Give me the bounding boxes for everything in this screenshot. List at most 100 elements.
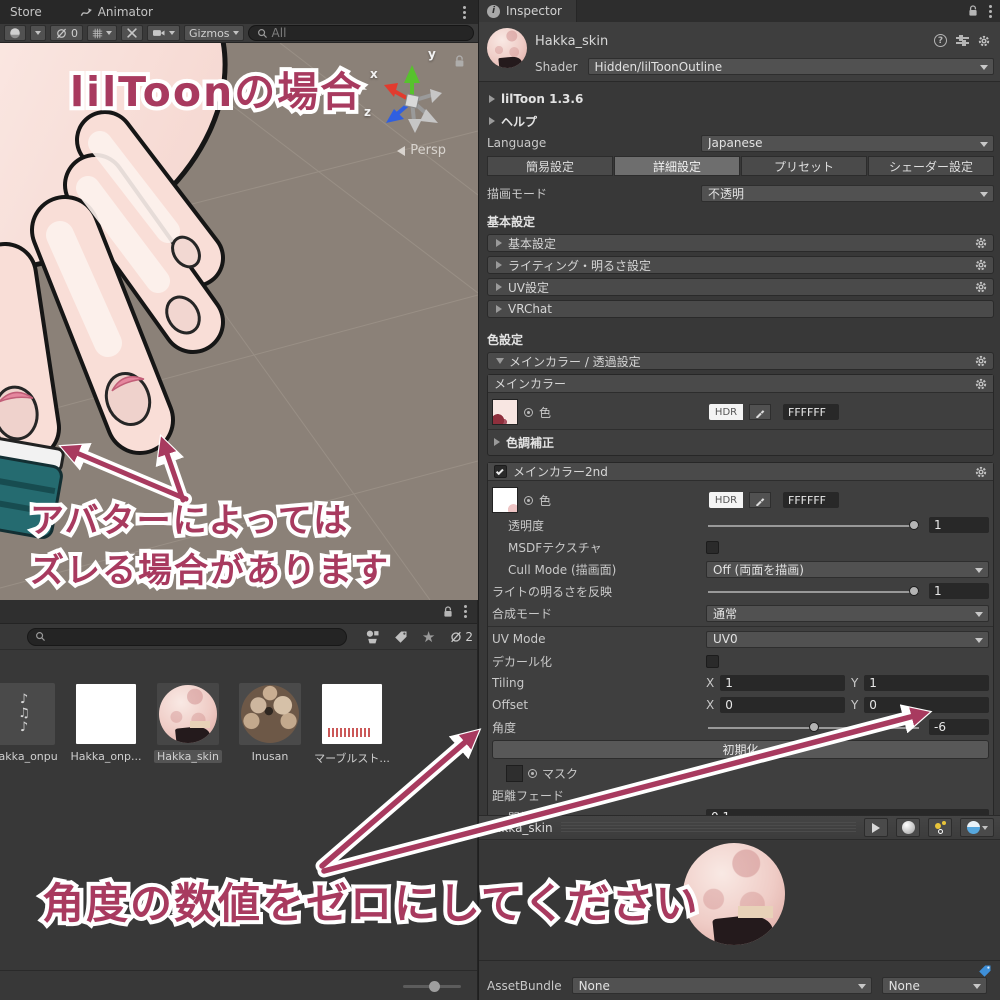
gizmos-button[interactable]: Gizmos bbox=[184, 25, 244, 41]
drag-handle[interactable] bbox=[561, 822, 856, 833]
preview-mesh-button[interactable] bbox=[896, 818, 920, 837]
cull-mode-dropdown[interactable]: Off (両面を描画) bbox=[706, 561, 989, 578]
shading-dropdown[interactable] bbox=[30, 25, 46, 41]
alpha-value-field[interactable]: 1 bbox=[929, 517, 989, 533]
blend-mode-dropdown[interactable]: 通常 bbox=[706, 605, 989, 622]
eyedropper-button[interactable] bbox=[749, 492, 771, 508]
angle-slider[interactable] bbox=[706, 719, 921, 735]
project-footer bbox=[0, 970, 477, 1000]
offset-x-field[interactable]: 0 bbox=[720, 697, 845, 713]
scene-viewport[interactable]: y x z Persp bbox=[0, 43, 478, 600]
tiling-y-field[interactable]: 1 bbox=[864, 675, 989, 691]
second-color-header[interactable]: メインカラー2nd bbox=[488, 463, 993, 481]
gear-icon[interactable] bbox=[975, 378, 987, 390]
asset-bundle-variant-dropdown[interactable]: None bbox=[882, 977, 987, 994]
render-mode-dropdown[interactable]: 不透明 bbox=[701, 185, 994, 202]
hdr-color-button[interactable]: HDR bbox=[709, 492, 743, 508]
tone-correction-foldout[interactable]: 色調補正 bbox=[492, 433, 989, 451]
language-dropdown[interactable]: Japanese bbox=[701, 135, 994, 152]
alpha-slider[interactable] bbox=[706, 517, 921, 533]
tools-button[interactable] bbox=[121, 25, 143, 41]
asset-item[interactable]: マーブルスト... bbox=[320, 683, 384, 766]
lock-icon[interactable] bbox=[967, 5, 979, 17]
light-strength-value-field[interactable]: 1 bbox=[929, 583, 989, 599]
asset-item-selected[interactable]: Hakka_skin bbox=[156, 683, 220, 766]
help-foldout[interactable]: ヘルプ bbox=[487, 112, 994, 130]
tab-shader-settings[interactable]: シェーダー設定 bbox=[868, 156, 994, 176]
light-strength-slider[interactable] bbox=[706, 583, 921, 599]
color-label: 色 bbox=[539, 492, 551, 509]
enabled-checkbox[interactable] bbox=[494, 465, 507, 478]
help-label: ヘルプ bbox=[501, 113, 537, 130]
decal-checkbox[interactable] bbox=[706, 655, 719, 668]
type-filter-icon[interactable] bbox=[365, 629, 380, 644]
material-preview-thumb[interactable] bbox=[487, 28, 527, 68]
tab-inspector[interactable]: i Inspector bbox=[479, 0, 577, 22]
shader-dropdown[interactable]: Hidden/lilToonOutline bbox=[588, 58, 994, 75]
hdr-color-button[interactable]: HDR bbox=[709, 404, 743, 420]
preview-lighting-button[interactable] bbox=[928, 818, 952, 837]
foldout-base-settings[interactable]: 基本設定 bbox=[487, 234, 994, 252]
help-icon[interactable]: ? bbox=[934, 34, 947, 47]
asset-item[interactable]: ♪♫♪ Hakka_onpu bbox=[0, 683, 56, 766]
gear-icon[interactable] bbox=[975, 466, 987, 478]
project-pane: ★ 2 ♪♫♪ Hakka_onpu Hakka_onp... bbox=[0, 600, 478, 1000]
material-preview-area[interactable] bbox=[479, 841, 1000, 960]
gear-icon[interactable] bbox=[975, 259, 987, 271]
asset-item[interactable]: Inusan bbox=[238, 683, 302, 766]
mask-texture-slot[interactable] bbox=[506, 765, 523, 782]
main-color-texture-slot[interactable] bbox=[492, 399, 518, 425]
gear-icon[interactable] bbox=[975, 237, 987, 249]
uv-mode-dropdown[interactable]: UV0 bbox=[706, 631, 989, 648]
msdf-checkbox[interactable] bbox=[706, 541, 719, 554]
gizmo-lock-icon[interactable] bbox=[453, 55, 466, 68]
kebab-menu-icon[interactable] bbox=[463, 11, 466, 14]
offset-y-field[interactable]: 0 bbox=[864, 697, 989, 713]
foldout-vrchat[interactable]: VRChat bbox=[487, 300, 994, 318]
tab-presets[interactable]: プリセット bbox=[741, 156, 867, 176]
preset-icon[interactable] bbox=[956, 35, 969, 46]
reset-button[interactable]: 初期化 bbox=[492, 740, 989, 759]
preview-play-button[interactable] bbox=[864, 818, 888, 837]
lock-icon[interactable] bbox=[442, 606, 454, 618]
angle-value-field[interactable]: -6 bbox=[929, 719, 989, 735]
tiling-x-field[interactable]: 1 bbox=[720, 675, 845, 691]
hex-value-field[interactable]: FFFFFF bbox=[783, 492, 839, 508]
material-preview-bar[interactable]: Hakka_skin bbox=[479, 815, 1000, 840]
asset-item[interactable]: Hakka_onp... bbox=[74, 683, 138, 766]
shading-mode-button[interactable] bbox=[4, 25, 26, 41]
version-foldout[interactable]: lilToon 1.3.6 bbox=[487, 90, 994, 108]
grid-button[interactable] bbox=[87, 25, 117, 41]
hex-value-field[interactable]: FFFFFF bbox=[783, 404, 839, 420]
foldout-lighting-settings[interactable]: ライティング・明るさ設定 bbox=[487, 256, 994, 274]
label-tag-icon[interactable] bbox=[394, 630, 408, 644]
project-search-input[interactable] bbox=[27, 628, 347, 646]
camera-button[interactable] bbox=[147, 25, 180, 41]
preview-environment-button[interactable] bbox=[960, 818, 994, 837]
foldout-main-color-section[interactable]: メインカラー / 透過設定 bbox=[487, 352, 994, 370]
thumbnail-size-slider[interactable] bbox=[403, 985, 461, 988]
project-visibility-button[interactable]: 2 bbox=[449, 630, 473, 644]
orientation-gizmo[interactable]: y x z bbox=[364, 53, 460, 149]
tab-advanced-settings[interactable]: 詳細設定 bbox=[614, 156, 740, 176]
gear-icon[interactable] bbox=[975, 281, 987, 293]
light-strength-label: ライトの明るさを反映 bbox=[492, 583, 706, 600]
eyedropper-button[interactable] bbox=[749, 404, 771, 420]
favorites-star-icon[interactable]: ★ bbox=[422, 628, 435, 646]
shader-label: Shader bbox=[535, 60, 578, 74]
gear-icon[interactable] bbox=[975, 355, 987, 367]
perspective-toggle[interactable]: Persp bbox=[397, 143, 446, 158]
gear-icon[interactable] bbox=[978, 35, 990, 47]
main-color-header[interactable]: メインカラー bbox=[488, 375, 993, 393]
tab-asset-store[interactable]: Store bbox=[0, 0, 52, 24]
tab-animator[interactable]: Animator bbox=[70, 0, 163, 24]
foldout-uv-settings[interactable]: UV設定 bbox=[487, 278, 994, 296]
second-color-texture-slot[interactable] bbox=[492, 487, 518, 513]
scene-visibility-button[interactable]: 0 bbox=[50, 25, 83, 41]
kebab-menu-icon[interactable] bbox=[989, 10, 992, 13]
asset-b undle-dropdown[interactable]: None bbox=[572, 977, 872, 994]
asset-label-tag-icon[interactable] bbox=[978, 964, 992, 978]
tab-simple-settings[interactable]: 簡易設定 bbox=[487, 156, 613, 176]
kebab-menu-icon[interactable] bbox=[464, 610, 467, 613]
scene-search-input[interactable]: All bbox=[248, 25, 474, 41]
